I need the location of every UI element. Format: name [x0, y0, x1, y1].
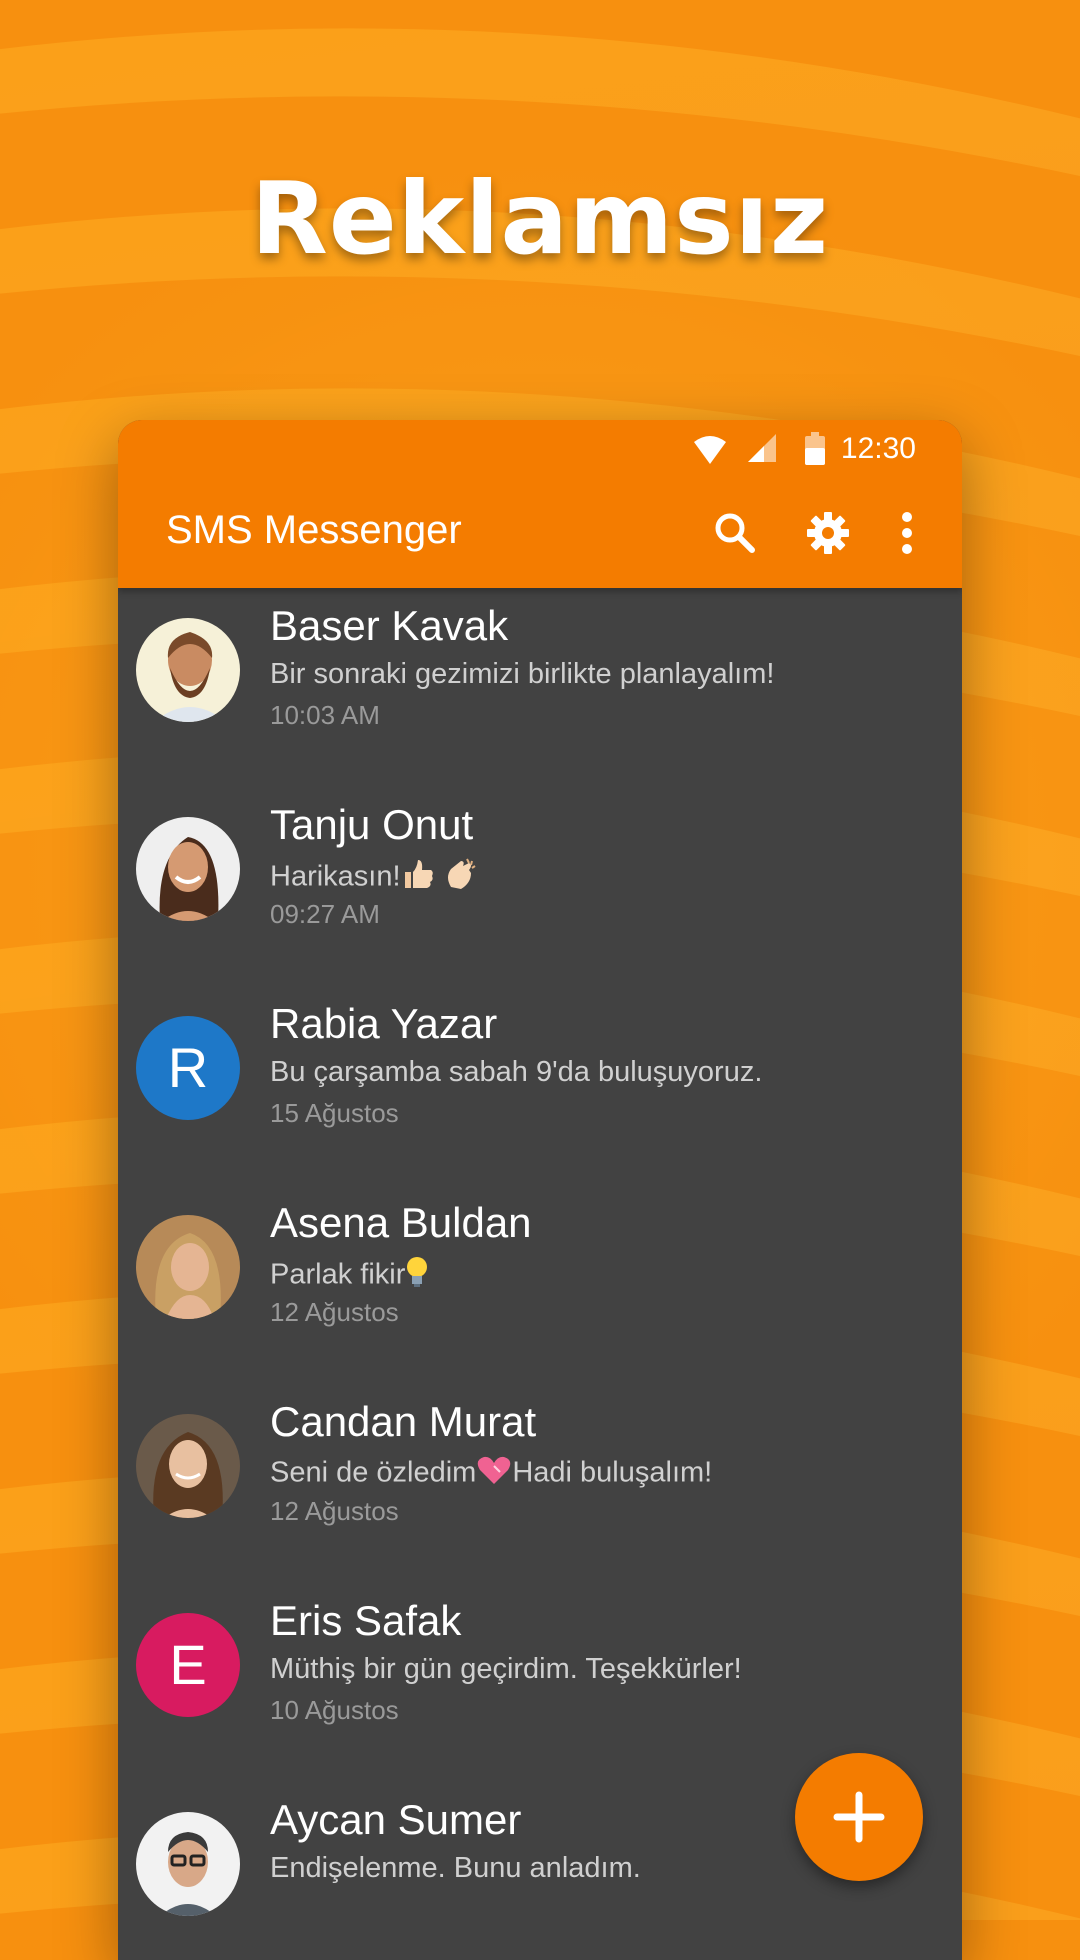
avatar	[136, 817, 240, 921]
light-bulb-emoji-icon	[405, 1255, 429, 1297]
search-icon[interactable]	[710, 508, 760, 558]
contact-name: Aycan Sumer	[270, 1796, 522, 1843]
heart-emoji-icon	[476, 1454, 512, 1494]
message-text: Harikasın!	[270, 860, 401, 893]
message-preview: Harikasın!	[270, 857, 477, 899]
status-icons	[692, 432, 832, 468]
app-title: SMS Messenger	[166, 508, 462, 552]
message-text: Parlak fikir	[270, 1258, 406, 1291]
letter-avatar: R	[136, 1016, 240, 1120]
message-date: 12 Ağustos	[270, 1496, 399, 1526]
thumbs-up-emoji-icon	[401, 858, 435, 898]
contact-name: Rabia Yazar	[270, 1000, 498, 1047]
contact-name: Asena Buldan	[270, 1199, 532, 1246]
conversation-row[interactable]: Asena Buldan Parlak fikir 12 Ağustos	[118, 1185, 962, 1384]
message-preview: Endişelenme. Bunu anladım.	[270, 1852, 641, 1884]
message-preview: Parlak fikir	[270, 1255, 429, 1297]
avatar	[136, 618, 240, 722]
app-bar: 12:30 SMS Messenger	[118, 420, 962, 588]
clapping-hands-emoji-icon	[443, 857, 477, 899]
wifi-icon	[694, 436, 726, 464]
message-date: 09:27 AM	[270, 899, 380, 929]
settings-gear-icon[interactable]	[803, 508, 853, 558]
status-bar: 12:30	[118, 420, 962, 478]
contact-name: Eris Safak	[270, 1597, 462, 1644]
conversation-row[interactable]: R Rabia Yazar Bu çarşamba sabah 9'da bul…	[118, 986, 962, 1185]
message-date: 15 Ağustos	[270, 1098, 399, 1128]
contact-name: Tanju Onut	[270, 801, 474, 848]
avatar	[136, 1414, 240, 1518]
avatar	[136, 1215, 240, 1319]
message-date: 10 Ağustos	[270, 1695, 399, 1725]
phone-screen: 12:30 SMS Messenger Baser Kavak Bir sonr…	[118, 420, 962, 1960]
more-vert-icon[interactable]	[882, 508, 932, 558]
contact-name: Baser Kavak	[270, 602, 509, 649]
conversation-row[interactable]: Baser Kavak Bir sonraki gezimizi birlikt…	[118, 588, 962, 787]
conversation-row[interactable]: Candan Murat Seni de özledim Hadi buluşa…	[118, 1384, 962, 1583]
message-preview: Bir sonraki gezimizi birlikte planlayalı…	[270, 658, 775, 690]
message-text-after: Hadi buluşalım!	[512, 1456, 713, 1489]
promo-headline: Reklamsız	[250, 160, 830, 277]
message-date: 10:03 AM	[270, 700, 380, 730]
plus-icon	[833, 1791, 885, 1843]
message-preview: Seni de özledim Hadi buluşalım!	[270, 1454, 712, 1494]
contact-name: Candan Murat	[270, 1398, 537, 1445]
letter-avatar: E	[136, 1613, 240, 1717]
signal-icon	[748, 434, 776, 462]
battery-icon	[805, 432, 825, 465]
avatar	[136, 1812, 240, 1916]
new-message-fab-button[interactable]	[795, 1753, 923, 1881]
message-date: 12 Ağustos	[270, 1297, 399, 1327]
status-time: 12:30	[840, 432, 916, 465]
message-text-before: Seni de özledim	[270, 1456, 477, 1489]
message-preview: Müthiş bir gün geçirdim. Teşekkürler!	[270, 1653, 742, 1685]
conversation-row[interactable]: Tanju Onut Harikasın! 09:27 AM	[118, 787, 962, 986]
message-preview: Bu çarşamba sabah 9'da buluşuyoruz.	[270, 1056, 763, 1088]
